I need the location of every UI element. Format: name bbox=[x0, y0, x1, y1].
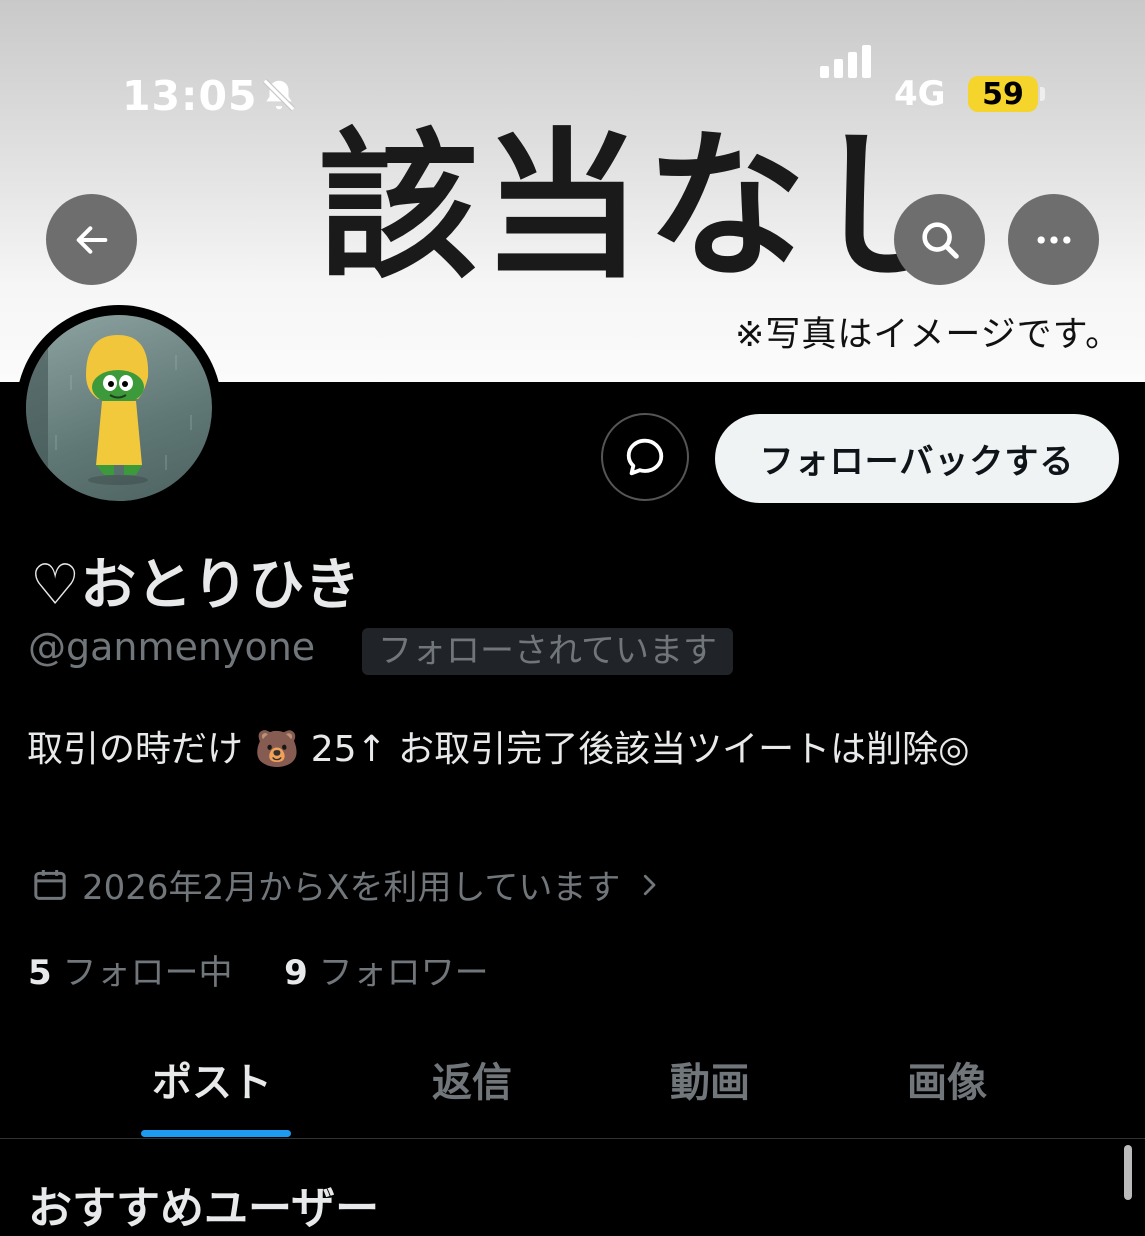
tab-videos[interactable]: 動画 bbox=[670, 1050, 750, 1108]
follow-stats: 5 フォロー中 9 フォロワー bbox=[28, 945, 489, 994]
following-count: 5 bbox=[28, 953, 52, 993]
battery-tip bbox=[1040, 87, 1045, 101]
tab-posts[interactable]: ポスト bbox=[152, 1050, 272, 1108]
bell-slash-icon bbox=[262, 78, 296, 112]
calendar-icon bbox=[34, 869, 66, 900]
back-button[interactable] bbox=[46, 194, 137, 285]
followers-label: フォロワー bbox=[318, 953, 489, 993]
more-button[interactable] bbox=[1008, 194, 1099, 285]
battery-level: 59 bbox=[968, 76, 1038, 112]
scrollbar[interactable] bbox=[1124, 1145, 1132, 1200]
display-name: ♡おとりひき bbox=[30, 553, 361, 618]
active-tab-indicator bbox=[141, 1130, 291, 1137]
section-title: おすすめユーザー bbox=[28, 1183, 380, 1234]
message-icon bbox=[626, 438, 664, 476]
following-label: フォロー中 bbox=[62, 953, 233, 993]
more-icon bbox=[1037, 235, 1070, 244]
tab-replies[interactable]: 返信 bbox=[432, 1050, 512, 1108]
banner-subtitle: ※写真はイメージです。 bbox=[735, 315, 1122, 355]
search-icon bbox=[921, 221, 959, 259]
chevron-right-icon bbox=[644, 874, 656, 895]
joined-text: 2026年2月からXを利用しています bbox=[82, 868, 621, 908]
following-link[interactable]: 5 フォロー中 bbox=[28, 953, 232, 993]
search-button[interactable] bbox=[894, 194, 985, 285]
followers-count: 9 bbox=[284, 953, 308, 993]
profile-bio: 取引の時だけ 🐻 25↑ お取引完了後該当ツイートは削除◎ bbox=[27, 729, 970, 770]
joined-date[interactable]: 2026年2月からXを利用しています bbox=[30, 860, 664, 909]
avatar[interactable] bbox=[16, 305, 222, 511]
message-button[interactable] bbox=[601, 413, 689, 501]
tab-images[interactable]: 画像 bbox=[907, 1050, 987, 1108]
user-handle: @ganmenyone bbox=[28, 625, 316, 669]
follows-you-badge: フォローされています bbox=[362, 628, 733, 675]
follow-back-button[interactable]: フォローバックする bbox=[715, 414, 1119, 503]
back-arrow-icon bbox=[76, 225, 107, 254]
followers-link[interactable]: 9 フォロワー bbox=[284, 953, 488, 993]
banner-title: 該当なし bbox=[318, 113, 975, 300]
network-type: 4G bbox=[894, 74, 946, 114]
tab-divider bbox=[0, 1138, 1145, 1139]
status-time: 13:05 bbox=[122, 72, 258, 120]
avatar-image bbox=[26, 315, 212, 501]
